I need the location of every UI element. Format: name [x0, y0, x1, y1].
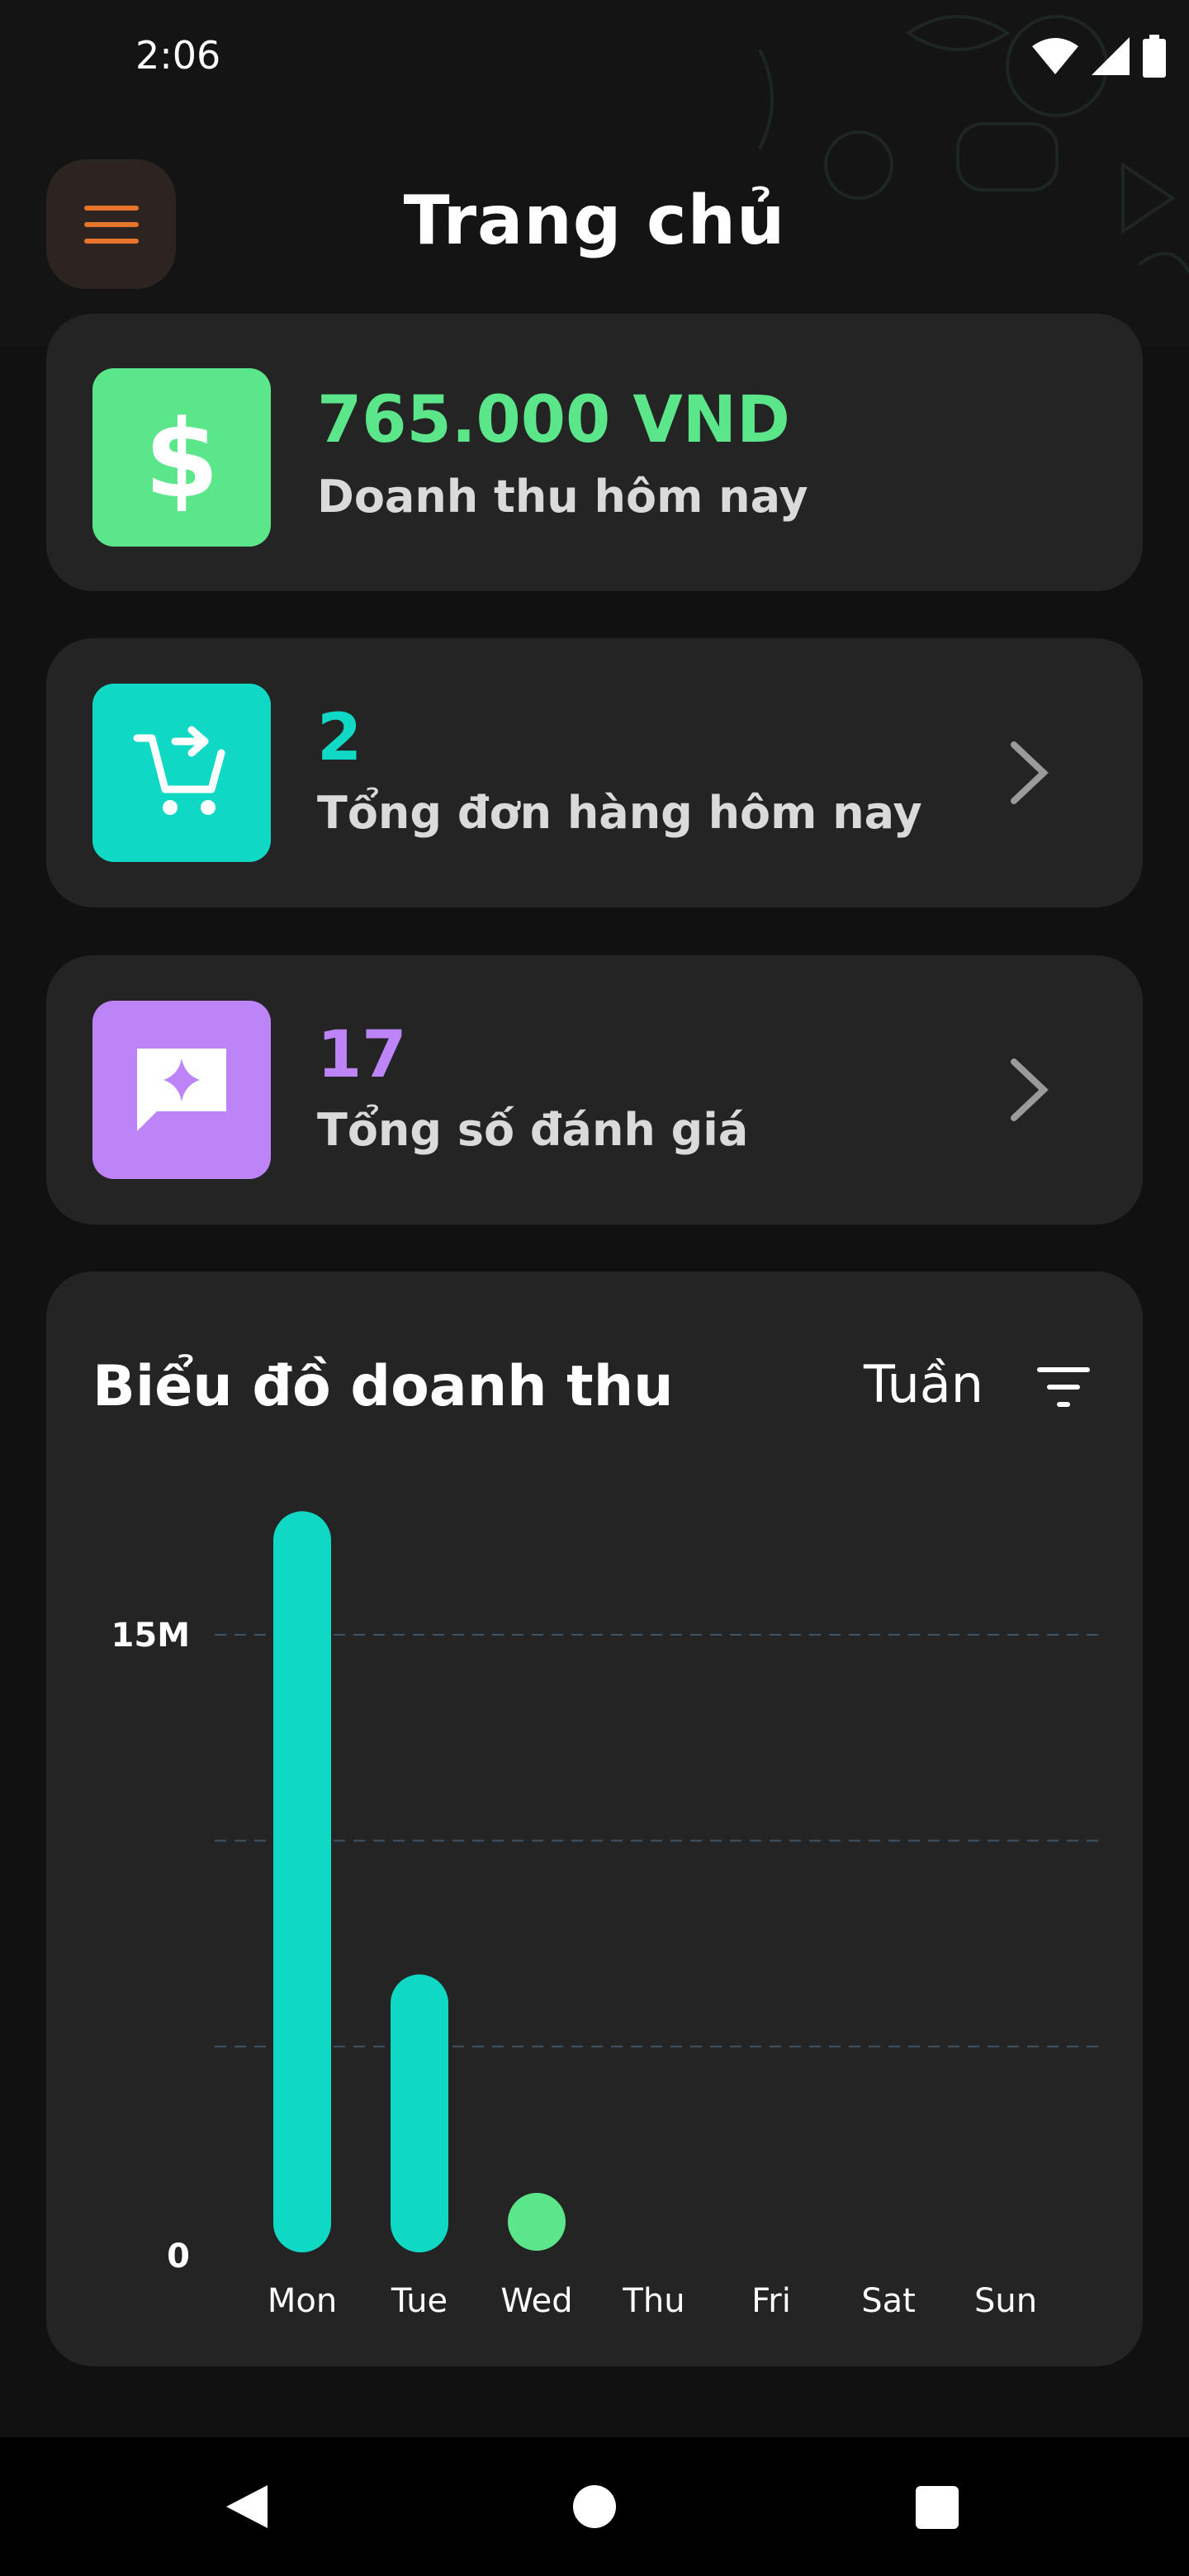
system-navigation-bar: [0, 2437, 1189, 2576]
signal-icon: [1092, 37, 1130, 75]
wifi-icon: [1032, 38, 1078, 74]
revenue-icon-box: $: [92, 368, 271, 547]
battery-icon: [1143, 35, 1166, 78]
orders-today-card[interactable]: 2 Tổng đơn hàng hôm nay: [46, 638, 1143, 907]
revenue-today-card: $ 765.000 VND Doanh thu hôm nay: [46, 314, 1143, 591]
status-time: 2:06: [135, 33, 221, 78]
cart-icon: [133, 726, 225, 815]
back-icon[interactable]: [223, 2482, 272, 2531]
home-icon[interactable]: [571, 2484, 618, 2530]
x-tick-label: Thu: [622, 2282, 685, 2320]
orders-value: 2: [317, 701, 362, 775]
reviews-card[interactable]: 17 Tổng số đánh giá: [46, 955, 1143, 1224]
status-bar: 2:06: [0, 0, 1189, 116]
dollar-icon: $: [144, 404, 219, 511]
reviews-icon-box: [92, 1001, 271, 1179]
chevron-right-icon[interactable]: [1004, 1057, 1054, 1123]
chart-bar: [508, 2193, 566, 2251]
x-tick-label: Mon: [268, 2282, 337, 2320]
x-tick-label: Sat: [861, 2282, 916, 2320]
x-tick-label: Sun: [974, 2282, 1037, 2320]
reviews-label: Tổng số đánh giá: [317, 1104, 749, 1156]
page-title: Trang chủ: [403, 182, 786, 260]
review-icon: [137, 1049, 226, 1131]
x-tick-label: Wed: [500, 2282, 572, 2320]
status-icons: [1032, 33, 1166, 79]
recents-icon[interactable]: [915, 2485, 959, 2530]
x-tick-label: Tue: [391, 2282, 448, 2320]
chevron-right-icon[interactable]: [1004, 740, 1054, 806]
revenue-label: Doanh thu hôm nay: [317, 471, 808, 523]
revenue-chart-card: Biểu đồ doanh thu Tuần 0 15M Mon Tue Wed Thu F…: [46, 1271, 1143, 2366]
x-tick-label: Fri: [751, 2282, 791, 2320]
chart-bar: [273, 1511, 331, 2252]
chart-bar: [391, 1974, 448, 2252]
revenue-value: 765.000 VND: [317, 383, 790, 457]
y-tick-label: 15M: [111, 1617, 190, 1655]
svg-text:$: $: [144, 404, 219, 511]
revenue-bar-chart: 0 15M Mon Tue Wed Thu Fri Sat Sun: [111, 1511, 1103, 2320]
orders-icon-box: [92, 684, 271, 862]
y-tick-label: 0: [167, 2237, 190, 2275]
orders-label: Tổng đơn hàng hôm nay: [317, 787, 922, 839]
reviews-value: 17: [317, 1018, 407, 1092]
